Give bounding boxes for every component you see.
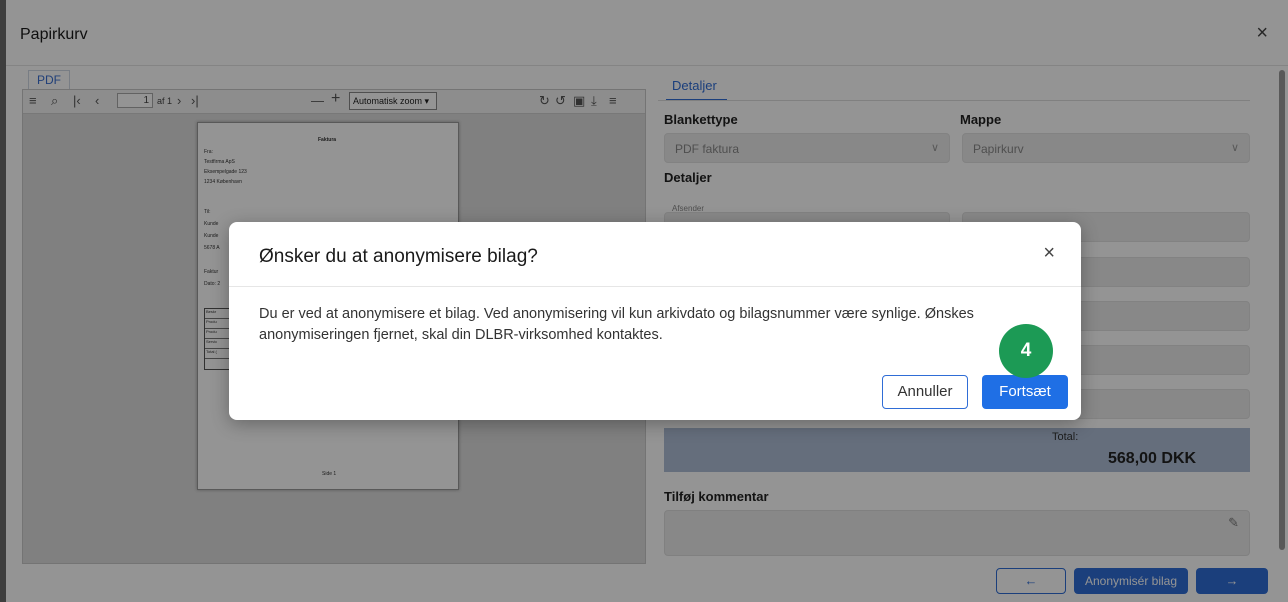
modal-title: Ønsker du at anonymisere bilag?: [259, 246, 538, 267]
close-icon[interactable]: ×: [1043, 242, 1055, 265]
anonymize-modal: Ønsker du at anonymisere bilag? × Du er …: [229, 222, 1081, 420]
continue-button[interactable]: Fortsæt: [982, 375, 1068, 409]
cancel-button[interactable]: Annuller: [882, 375, 968, 409]
modal-divider: [229, 286, 1081, 287]
modal-body: Du er ved at anonymisere et bilag. Ved a…: [259, 306, 974, 343]
step-badge: 4: [999, 324, 1053, 378]
